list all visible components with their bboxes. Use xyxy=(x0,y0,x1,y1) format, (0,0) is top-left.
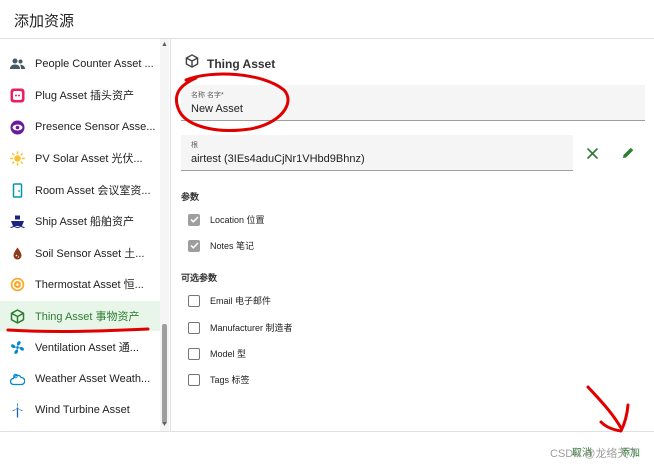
asset-form-panel: Thing Asset 名称 名字* New Asset 根 airtest (… xyxy=(170,38,654,431)
sidebar-item-presence-sensor[interactable]: Presence Sensor Asse... xyxy=(0,112,160,142)
checkbox[interactable] xyxy=(188,321,200,334)
sidebar-item-label: PV Solar Asset 光伏... xyxy=(35,153,143,165)
cube-icon xyxy=(185,54,199,73)
sidebar-item-people-counter[interactable]: People Counter Asset ... xyxy=(0,49,160,79)
optional-label: Tags 标签 xyxy=(210,375,250,385)
sidebar-item-pv-solar[interactable]: PV Solar Asset 光伏... xyxy=(0,143,160,173)
sidebar-item-soil-sensor[interactable]: Soil Sensor Asset 土... xyxy=(0,238,160,268)
sidebar-item-label: Room Asset 会议室资... xyxy=(35,185,151,197)
sidebar-item-thermostat[interactable]: Thermostat Asset 恒... xyxy=(0,269,160,299)
cube-icon xyxy=(9,308,25,324)
checkbox[interactable] xyxy=(188,373,200,386)
params-section-title: 参数 xyxy=(181,192,200,202)
panel-title-text: Thing Asset xyxy=(207,56,276,71)
sidebar-item-thing[interactable]: Thing Asset 事物资产 xyxy=(0,301,160,331)
sidebar-item-room[interactable]: Room Asset 会议室资... xyxy=(0,175,160,205)
optional-label: Email 电子邮件 xyxy=(210,296,272,306)
sidebar-item-label: Weather Asset Weath... xyxy=(35,373,151,385)
edit-root-button[interactable] xyxy=(618,143,638,163)
optional-tags[interactable]: Tags 标签 xyxy=(188,373,250,386)
sidebar-item-label: Plug Asset 插头资产 xyxy=(35,90,135,102)
weather-icon xyxy=(9,371,25,387)
sidebar-item-label: Wind Turbine Asset xyxy=(35,404,130,416)
asset-name-label: 名称 名字* xyxy=(191,92,224,99)
param-label: Notes 笔记 xyxy=(210,241,255,251)
sidebar-item-plug[interactable]: Plug Asset 插头资产 xyxy=(0,80,160,110)
ship-icon xyxy=(9,213,25,229)
sidebar-item-label: Thermostat Asset 恒... xyxy=(35,279,144,291)
dialog-title: 添加资源 xyxy=(14,13,75,30)
sidebar-item-label: Ship Asset 船舶资产 xyxy=(35,216,135,228)
asset-name-input[interactable]: New Asset xyxy=(191,103,243,115)
param-notes[interactable]: Notes 笔记 xyxy=(188,239,254,252)
optional-manufacturer[interactable]: Manufacturer 制造者 xyxy=(188,321,293,334)
scroll-up-arrow-icon[interactable]: ▲ xyxy=(161,41,168,48)
wind-turbine-icon xyxy=(9,402,25,418)
root-field[interactable]: 根 airtest (3IEs4aduCjNr1VHbd9Bhnz) xyxy=(181,135,573,171)
pencil-icon xyxy=(623,147,634,158)
sidebar-item-ship[interactable]: Ship Asset 船舶资产 xyxy=(0,206,160,236)
people-icon xyxy=(9,56,25,72)
sidebar-item-label: People Counter Asset ... xyxy=(35,58,154,70)
dialog-header: 添加资源 xyxy=(0,0,654,38)
sidebar-item-label: Soil Sensor Asset 土... xyxy=(35,248,145,260)
thermostat-icon xyxy=(9,276,25,292)
sidebar-item-label: Presence Sensor Asse... xyxy=(35,121,156,133)
check-icon xyxy=(189,242,199,249)
eye-icon xyxy=(9,119,25,135)
param-location[interactable]: Location 位置 xyxy=(188,213,265,226)
optional-email[interactable]: Email 电子邮件 xyxy=(188,294,271,307)
sidebar-item-label: Ventilation Asset 通... xyxy=(35,342,139,354)
clear-root-button[interactable] xyxy=(582,143,602,163)
checkbox[interactable] xyxy=(188,347,200,360)
asset-name-field[interactable]: 名称 名字* New Asset xyxy=(181,85,645,121)
scrollbar-thumb[interactable] xyxy=(162,324,167,424)
close-icon xyxy=(586,147,598,159)
plug-icon xyxy=(9,87,25,103)
watermark: CSDN @龙络天下 xyxy=(550,448,640,460)
check-icon xyxy=(189,216,199,223)
optional-label: Model 型 xyxy=(210,349,247,359)
door-icon xyxy=(9,182,25,198)
sidebar-item-ventilation[interactable]: Ventilation Asset 通... xyxy=(0,332,160,362)
sidebar-item-label: Thing Asset 事物资产 xyxy=(35,311,140,323)
sun-icon xyxy=(9,150,25,166)
checkbox-checked[interactable] xyxy=(188,239,200,252)
optional-model[interactable]: Model 型 xyxy=(188,347,246,360)
optional-section-title: 可选参数 xyxy=(181,273,218,283)
fan-icon xyxy=(9,339,25,355)
checkbox-checked[interactable] xyxy=(188,213,200,226)
optional-label: Manufacturer 制造者 xyxy=(210,323,293,333)
sidebar-item-wind-turbine[interactable]: Wind Turbine Asset xyxy=(0,395,160,425)
sidebar-scrollbar[interactable]: ▲ ▼ xyxy=(160,39,169,431)
panel-title: Thing Asset xyxy=(185,54,275,73)
root-label: 根 xyxy=(191,142,198,149)
root-value[interactable]: airtest (3IEs4aduCjNr1VHbd9Bhnz) xyxy=(191,153,365,165)
checkbox[interactable] xyxy=(188,294,200,307)
asset-type-list: People Counter Asset ... Plug Asset 插头资产… xyxy=(0,38,170,431)
soil-icon xyxy=(9,245,25,261)
sidebar-item-weather[interactable]: Weather Asset Weath... xyxy=(0,364,160,394)
param-label: Location 位置 xyxy=(210,215,265,225)
scroll-down-arrow-icon[interactable]: ▼ xyxy=(161,421,168,428)
